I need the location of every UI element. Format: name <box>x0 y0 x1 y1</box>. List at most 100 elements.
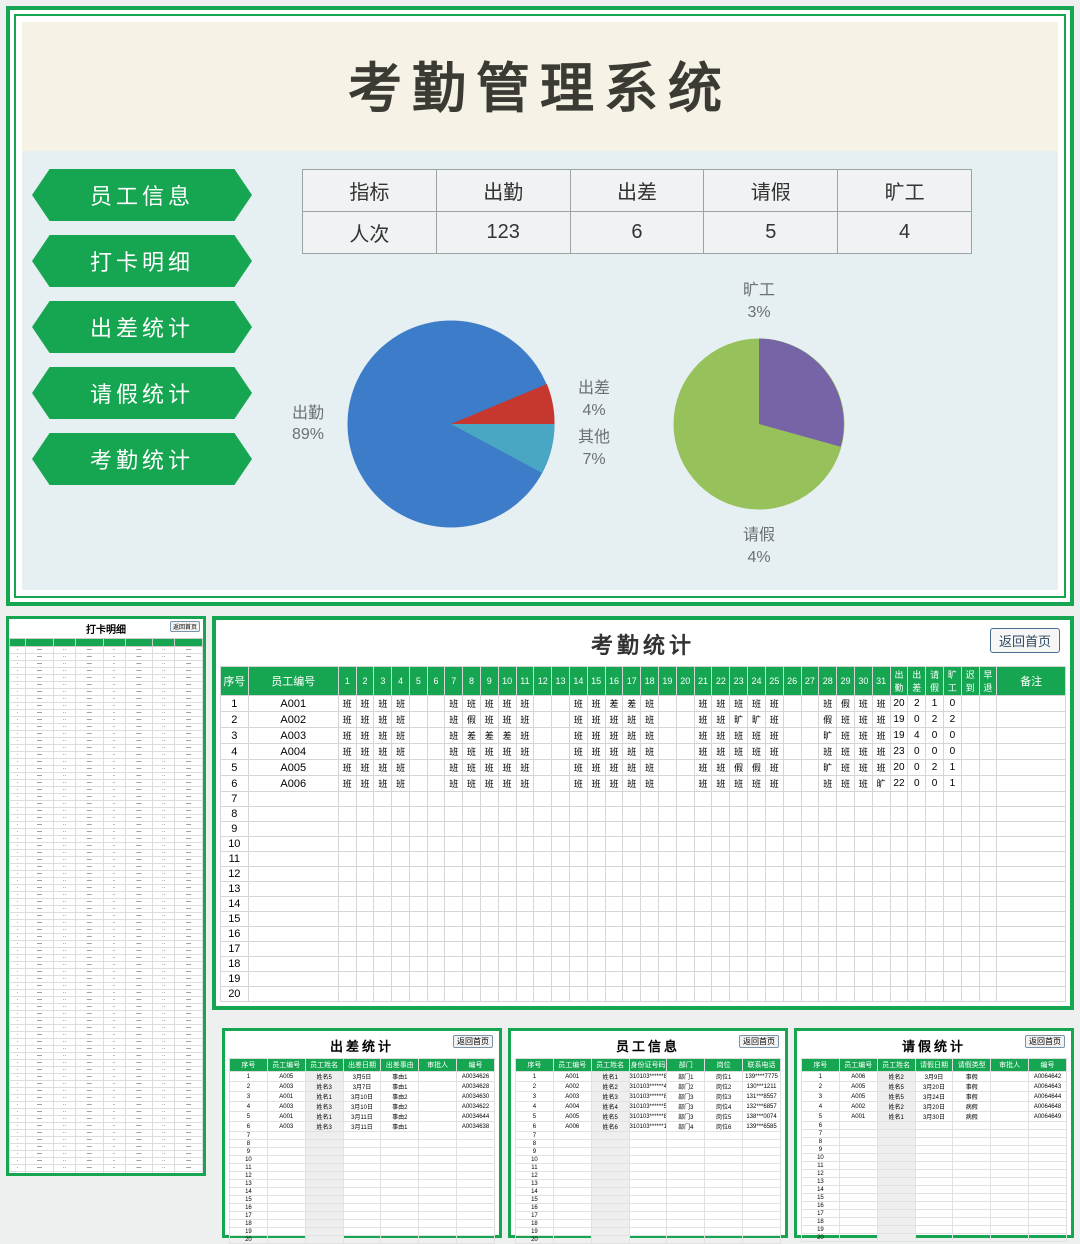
thumb-daka-back-button[interactable]: 返回首页 <box>170 621 200 632</box>
table-row: 3A001姓名13月10日事由2A0034630 <box>230 1092 495 1102</box>
table-row: 13 <box>516 1180 781 1188</box>
kq-header: 出勤 <box>890 667 908 696</box>
table-row: 15 <box>802 1194 1067 1202</box>
mini-back-chuchai[interactable]: 返回首页 <box>453 1035 493 1048</box>
charts-row: 出勤89% 出差4% 其他7% 旷工3% <box>292 280 1028 568</box>
table-row: 3A005姓名53月24日事假A0064644 <box>802 1092 1067 1102</box>
table-row: 17 <box>516 1212 781 1220</box>
mini-table-yuangong: 序号员工编号员工姓名身份证号码部门岗位联系电话1A001姓名1310103***… <box>515 1058 781 1244</box>
table-row: 11 <box>802 1162 1067 1170</box>
kq-header: 14 <box>569 667 587 696</box>
table-row: 13 <box>230 1180 495 1188</box>
table-row: 7 <box>802 1130 1067 1138</box>
table-row: 8 <box>802 1138 1067 1146</box>
kq-header: 31 <box>872 667 890 696</box>
table-row: 4A004班班班班班班班班班班班班班班班班班班班班班班班23000 <box>221 744 1066 760</box>
mini-header: 审批人 <box>991 1059 1029 1072</box>
table-row: 10 <box>230 1156 495 1164</box>
metric-header: 请假 <box>704 170 838 212</box>
kq-back-button[interactable]: 返回首页 <box>990 628 1060 653</box>
mini-header: 身份证号码 <box>629 1059 667 1072</box>
mini-header: 请假日期 <box>915 1059 953 1072</box>
title-bar: 考勤管理系统 <box>22 22 1058 151</box>
table-row: 2A002班班班班班假班班班班班班班班班班旷旷班假班班班19022 <box>221 712 1066 728</box>
metric-header: 出差 <box>570 170 704 212</box>
kq-header: 6 <box>427 667 445 696</box>
pie2-label-leave: 请假4% <box>743 525 775 568</box>
nav-button-出差统计[interactable]: 出差统计 <box>32 301 252 353</box>
metric-table: 指标出勤出差请假旷工 人次123654 <box>302 169 972 254</box>
dashboard-card: 考勤管理系统 员工信息打卡明细出差统计请假统计考勤统计 指标出勤出差请假旷工 人… <box>6 6 1074 606</box>
nav-button-考勤统计[interactable]: 考勤统计 <box>32 433 252 485</box>
nav-button-请假统计[interactable]: 请假统计 <box>32 367 252 419</box>
table-row: 1A005姓名53月5日事由1A0034626 <box>230 1072 495 1082</box>
table-row: 12 <box>516 1172 781 1180</box>
mini-header: 出差事由 <box>381 1059 419 1072</box>
kq-header: 7 <box>445 667 463 696</box>
kq-header: 备注 <box>997 667 1066 696</box>
table-row: 7 <box>230 1132 495 1140</box>
mini-header: 序号 <box>230 1059 268 1072</box>
page-title: 考勤管理系统 <box>22 44 1058 123</box>
mini-header: 联系电话 <box>743 1059 781 1072</box>
table-row: 18 <box>516 1220 781 1228</box>
table-row: 14 <box>230 1188 495 1196</box>
table-row: 14 <box>516 1188 781 1196</box>
table-row: 5A005姓名5310103******8567部门3岗位5138***0074 <box>516 1112 781 1122</box>
nav-button-打卡明细[interactable]: 打卡明细 <box>32 235 252 287</box>
table-row: 20 <box>802 1234 1067 1242</box>
table-row: 9 <box>802 1146 1067 1154</box>
metric-value: 4 <box>838 212 972 254</box>
kq-header: 3 <box>374 667 392 696</box>
table-row: 5A005班班班班班班班班班班班班班班班班假假班旷班班班20021 <box>221 760 1066 776</box>
mini-header: 审批人 <box>419 1059 457 1072</box>
table-row: 9 <box>221 822 1066 837</box>
table-row: 9 <box>230 1148 495 1156</box>
mini-back-qingjia[interactable]: 返回首页 <box>1025 1035 1065 1048</box>
metric-value: 6 <box>570 212 704 254</box>
dashboard-body: 员工信息打卡明细出差统计请假统计考勤统计 指标出勤出差请假旷工 人次123654… <box>22 151 1058 590</box>
mini-header: 请假类型 <box>953 1059 991 1072</box>
table-row: 19 <box>802 1226 1067 1234</box>
nav-button-员工信息[interactable]: 员工信息 <box>32 169 252 221</box>
table-row: 6 <box>802 1122 1067 1130</box>
kq-header: 17 <box>623 667 641 696</box>
mini-header: 序号 <box>516 1059 554 1072</box>
kq-header: 10 <box>498 667 516 696</box>
metric-header: 指标 <box>303 170 437 212</box>
table-row: 15 <box>230 1196 495 1204</box>
mini-header: 编号 <box>1029 1059 1067 1072</box>
table-row: 5A001姓名13月30日病假A0064649 <box>802 1112 1067 1122</box>
table-row: 11 <box>516 1164 781 1172</box>
kq-header: 8 <box>463 667 481 696</box>
kq-header: 5 <box>410 667 428 696</box>
pie-chart-main <box>336 309 566 539</box>
kq-header: 21 <box>694 667 712 696</box>
table-row: 1A006姓名23月9日事假A0064642 <box>802 1072 1067 1082</box>
metric-value: 5 <box>704 212 838 254</box>
kq-header: 27 <box>801 667 819 696</box>
pie-chart-breakdown <box>664 329 854 519</box>
kq-panel: 考勤统计 返回首页 序号员工编号123456789101112131415161… <box>212 616 1074 1010</box>
table-row: 4A004姓名4310103******5427部门3岗位4132***6857 <box>516 1102 781 1112</box>
table-row: 18 <box>230 1220 495 1228</box>
metric-header: 出勤 <box>436 170 570 212</box>
dashboard-inner: 考勤管理系统 员工信息打卡明细出差统计请假统计考勤统计 指标出勤出差请假旷工 人… <box>14 14 1066 598</box>
thumb-daka-panel[interactable]: 打卡明细 返回首页 ·—··—··—··—·—··—··—··—·—··—··—… <box>6 616 206 1176</box>
metric-header: 旷工 <box>838 170 972 212</box>
table-row: 5A001姓名13月11日事由2A0034644 <box>230 1112 495 1122</box>
table-row: 1A001班班班班班班班班班班班差差班班班班班班班假班班20210 <box>221 696 1066 712</box>
table-row: 4A003姓名33月10日事由2A0034622 <box>230 1102 495 1112</box>
thumb-daka-table: ·—··—··—··—·—··—··—··—·—··—··—··—·—··—··… <box>9 638 203 1176</box>
table-row: 3A003班班班班班差差差班班班班班班班班班班班旷班班班19400 <box>221 728 1066 744</box>
nav-column: 员工信息打卡明细出差统计请假统计考勤统计 <box>32 169 262 568</box>
table-row: 8 <box>516 1140 781 1148</box>
table-row: 10 <box>516 1156 781 1164</box>
mini-back-yuangong[interactable]: 返回首页 <box>739 1035 779 1048</box>
table-row: 19 <box>516 1228 781 1236</box>
kq-header: 9 <box>480 667 498 696</box>
kq-header: 员工编号 <box>248 667 338 696</box>
kq-header: 2 <box>356 667 374 696</box>
table-row: 20 <box>516 1236 781 1244</box>
kq-header: 12 <box>534 667 552 696</box>
